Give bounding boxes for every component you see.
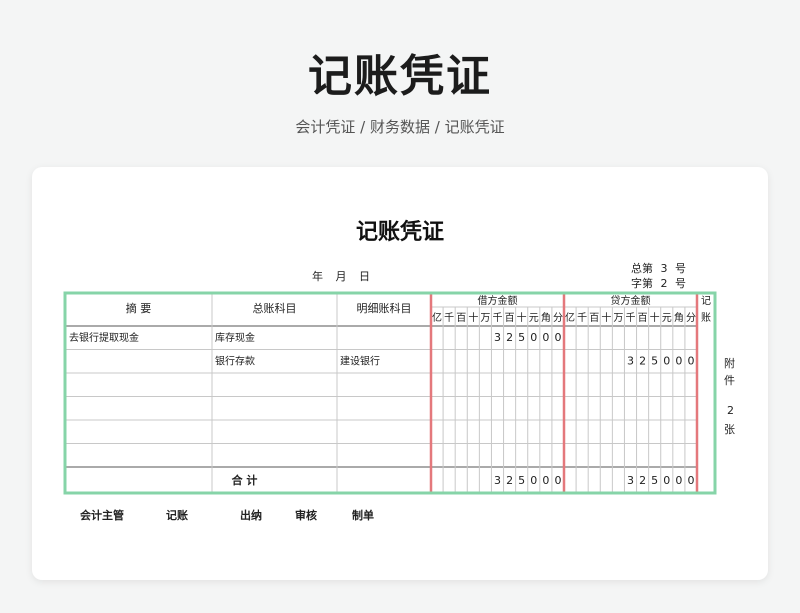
credit-digit-label: 千 [626,312,636,324]
debit-digit-label: 亿 [432,311,442,324]
debit-digit-label: 百 [505,312,515,324]
credit-digit-label: 十 [650,311,660,324]
row-debit-digit: 2 [506,331,513,344]
debit-digit-label: 十 [517,311,527,324]
row-debit-digit: 0 [554,331,561,344]
row-debit-digit: 0 [530,331,537,344]
debit-digit-label: 十 [468,311,478,324]
row-credit-digit: 3 [627,355,634,368]
header-posted-1: 记 [701,295,711,307]
total-debit-digit: 5 [518,474,525,487]
total-debit-digit: 0 [542,474,549,487]
row-debit-digit: 5 [518,331,525,344]
signer-accounting-supervisor: 会计主管 [80,509,124,522]
row-general-account: 银行存款 [215,355,255,368]
header-detail-account: 明细账科目 [357,301,412,315]
credit-digit-label: 分 [686,312,696,324]
row-credit-digit: 0 [663,355,670,368]
header-general-account: 总账科目 [253,301,297,315]
total-credit-digit: 0 [663,474,670,487]
signer-preparer: 制单 [352,509,374,522]
row-debit-digit: 3 [494,331,501,344]
attachment-label-bottom: 件 [724,374,735,387]
debit-digit-label: 角 [541,312,551,324]
credit-digit-label: 亿 [565,311,575,324]
row-debit-digit: 0 [542,331,549,344]
credit-digit-label: 元 [662,313,672,324]
total-credit-digit: 0 [675,474,682,487]
debit-digit-label: 千 [493,312,503,324]
row-credit-digit: 0 [675,355,682,368]
total-debit-digit: 0 [554,474,561,487]
attachment-unit: 张 [724,423,735,436]
signer-cashier: 出纳 [240,509,262,522]
row-detail-account: 建设银行 [340,355,380,368]
row-credit-digit: 2 [639,355,646,368]
signer-bookkeeping: 记账 [166,509,188,522]
total-credit-digit: 5 [651,474,658,487]
header-posted-2: 账 [701,312,711,324]
signer-review: 审核 [295,509,317,522]
debit-digit-label: 万 [480,313,490,324]
total-credit-digit: 3 [627,474,634,487]
total-credit-digit: 0 [687,474,694,487]
row-general-account: 库存现金 [215,331,255,344]
total-debit-digit: 3 [494,474,501,487]
row-summary: 去银行提取现金 [69,331,139,344]
row-credit-digit: 0 [687,355,694,368]
credit-digit-label: 角 [674,312,684,324]
credit-digit-label: 万 [613,313,623,324]
credit-digit-label: 千 [577,312,587,324]
debit-digit-label: 千 [444,312,454,324]
attachment-label-top: 附 [724,357,735,370]
debit-digit-label: 分 [553,312,563,324]
debit-digit-label: 元 [529,313,539,324]
credit-digit-label: 十 [601,311,611,324]
header-debit: 借方金额 [478,294,518,307]
attachment-count: 2 [727,404,734,417]
header-credit: 贷方金额 [611,294,651,307]
credit-digit-label: 百 [638,312,648,324]
total-debit-digit: 0 [530,474,537,487]
total-debit-digit: 2 [506,474,513,487]
total-credit-digit: 2 [639,474,646,487]
debit-digit-label: 百 [456,312,466,324]
header-summary: 摘 要 [126,301,152,315]
credit-digit-label: 百 [589,312,599,324]
total-label: 合 计 [232,473,258,487]
row-credit-digit: 5 [651,355,658,368]
